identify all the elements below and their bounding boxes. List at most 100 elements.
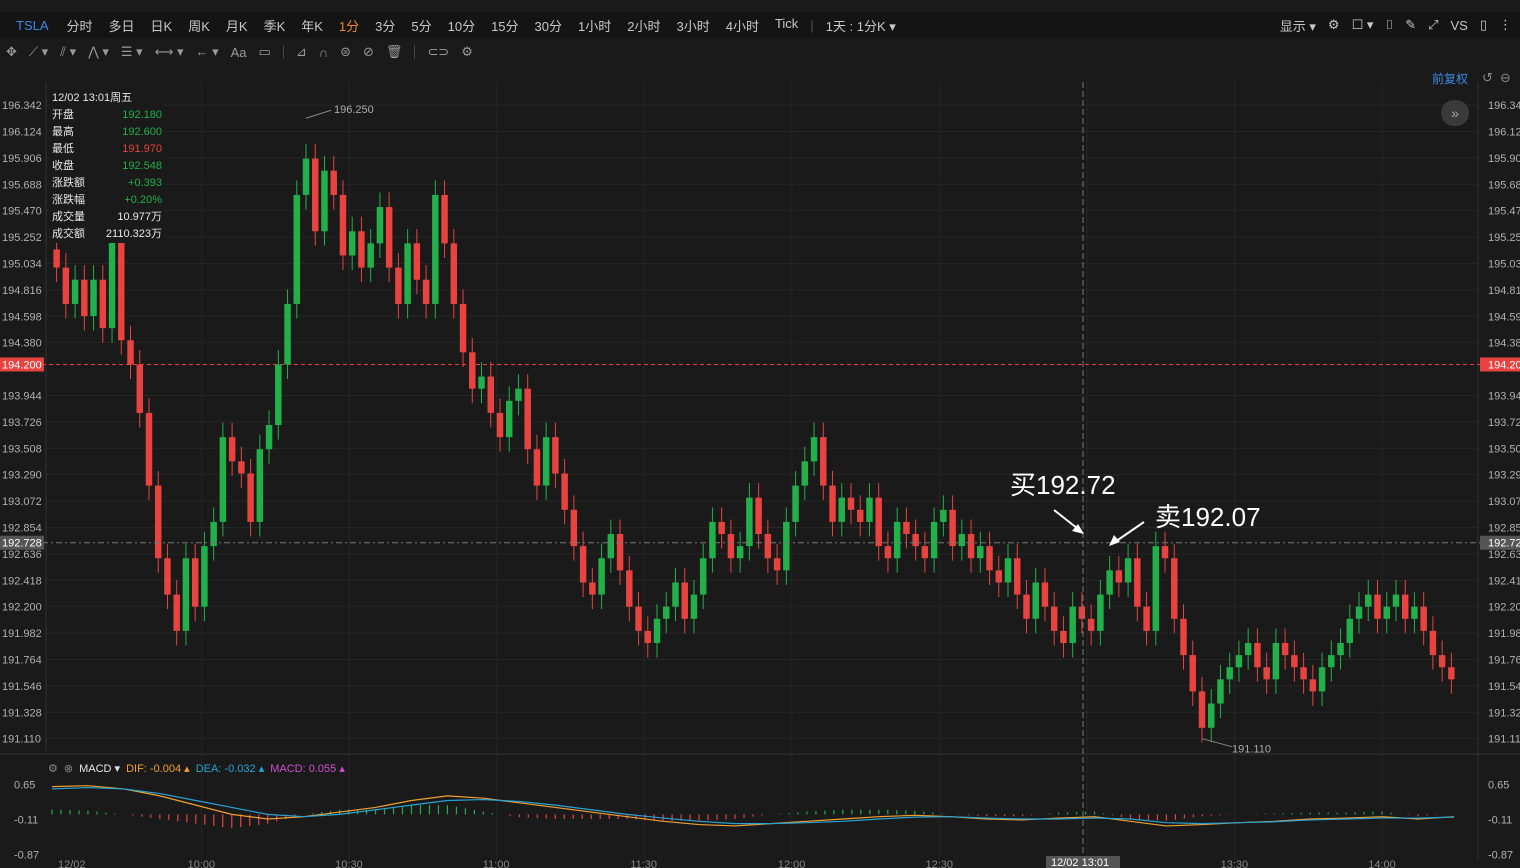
adjust-mode-button[interactable]: 前复权 (1432, 70, 1468, 87)
interval-17[interactable]: Tick (775, 16, 798, 35)
candle-body (81, 279, 88, 317)
candle-body (838, 497, 845, 522)
candle-body (940, 509, 947, 522)
interval-7[interactable]: 1分 (339, 16, 359, 35)
candle-body (542, 437, 550, 486)
candle-body (1207, 703, 1215, 728)
interval-16[interactable]: 4小时 (726, 16, 759, 35)
indicator-settings-icon[interactable]: ⚙ (48, 762, 58, 775)
topbar-right-controls: 显示 ▾ ⚙ ☐ ▾ ⌷ ✎ ⤢ VS ▯ ⋮ (1280, 12, 1512, 38)
fullscreen-icon[interactable]: ⤢ (1428, 17, 1438, 33)
candle-body (1134, 558, 1141, 607)
candle-body (1346, 618, 1354, 644)
interval-10[interactable]: 10分 (448, 16, 475, 35)
interval-3[interactable]: 周K (188, 16, 210, 35)
price-chart[interactable]: 196.342 196.342 196.124 196.124 195.906 195.9… (0, 0, 1520, 868)
measure-tool-icon[interactable]: ⟷ ▾ (155, 44, 184, 60)
info-value: 10.977万 (117, 211, 162, 223)
text-tool-icon[interactable]: Aa (231, 45, 247, 60)
interval-6[interactable]: 年K (301, 16, 323, 35)
info-value: +0.20% (124, 194, 162, 206)
candle-body (1152, 546, 1160, 631)
x-tick-label: 10:00 (188, 859, 216, 868)
line-tool-icon[interactable]: ⟋ ▾ (29, 44, 48, 60)
info-row: 最高 192.600 (50, 124, 164, 141)
fib-tool-icon[interactable]: ☰ ▾ (121, 44, 143, 60)
toolbar-divider (414, 45, 416, 59)
interval-2[interactable]: 日K (151, 16, 173, 35)
candle-body (247, 473, 254, 522)
pencil-icon[interactable]: ✎ (1405, 17, 1416, 33)
candle-body (1429, 630, 1437, 656)
hide-icon[interactable]: ⊘ (363, 44, 374, 60)
expand-panel-button[interactable]: » (1441, 100, 1469, 126)
divider: | (810, 17, 814, 33)
candle-body (108, 231, 116, 329)
y-tick-label-left: 193.290 (2, 470, 42, 482)
lock-icon[interactable]: ⊜ (340, 44, 351, 60)
arrow-tool-icon[interactable]: ← ▾ (195, 44, 218, 60)
candle-body (1106, 570, 1113, 595)
interval-8[interactable]: 3分 (375, 16, 395, 35)
reset-icon[interactable]: ↺ (1482, 70, 1493, 86)
candle-body (977, 546, 984, 559)
interval-11[interactable]: 15分 (491, 16, 518, 35)
candle-body (404, 243, 411, 304)
candle-body (496, 412, 504, 438)
candle-body (422, 279, 430, 304)
interval-5[interactable]: 季K (264, 16, 286, 35)
candle-body (1244, 643, 1252, 656)
info-value: 2110.323万 (105, 228, 162, 240)
vs-button[interactable]: VS (1451, 18, 1468, 33)
macd-y-tick-left: -0.87 (14, 850, 39, 862)
tool-settings-icon[interactable]: ⚙ (461, 44, 473, 60)
display-dropdown[interactable]: 显示 ▾ (1280, 16, 1316, 35)
candle-body (635, 606, 642, 631)
interval-9[interactable]: 5分 (411, 16, 431, 35)
interval-4[interactable]: 月K (226, 16, 248, 35)
range-selector[interactable]: 1天 : 1分K ▾ (826, 16, 896, 35)
y-tick-label-right: 196.342 (1488, 100, 1520, 112)
indicator-close-icon[interactable]: ⊗ (64, 762, 73, 775)
comment-tool-icon[interactable]: ▭ (259, 44, 271, 60)
zigzag-tool-icon[interactable]: ⋀ ▾ (88, 44, 109, 60)
crosshair-tool-icon[interactable]: ✥ (6, 44, 17, 60)
interval-13[interactable]: 1小时 (578, 16, 611, 35)
y-tick-label-left: 194.598 (2, 311, 42, 323)
candle-body (829, 485, 836, 522)
camera-icon[interactable]: ⌷ (1385, 17, 1393, 33)
candle-body (663, 606, 670, 619)
y-tick-label-right: 192.200 (1488, 602, 1520, 614)
interval-1[interactable]: 多日 (109, 16, 135, 35)
candle-body (1161, 546, 1169, 559)
candle-body (348, 231, 356, 256)
y-tick-label-left: 195.688 (2, 179, 42, 191)
magnet-icon[interactable]: ∩ (319, 45, 328, 60)
candle-body (1411, 606, 1418, 619)
interval-12[interactable]: 30分 (535, 16, 562, 35)
trash-icon[interactable]: 🗑 (386, 44, 403, 60)
interval-15[interactable]: 3小时 (676, 16, 709, 35)
candle-body (441, 194, 448, 244)
candle-body (533, 449, 541, 486)
y-tick-label-right: 193.726 (1488, 417, 1520, 429)
candle-body (598, 558, 605, 595)
symbol-label[interactable]: TSLA (16, 18, 49, 33)
crosshair-price-left: 192.728 (2, 538, 42, 550)
more-icon[interactable]: ⋮ (1499, 17, 1512, 33)
interval-14[interactable]: 2小时 (627, 16, 660, 35)
link-icon[interactable]: ⊂⊃ (427, 44, 449, 60)
interval-0[interactable]: 分时 (67, 16, 93, 35)
zoom-out-icon[interactable]: ⊖ (1500, 70, 1511, 86)
book-icon[interactable]: ▯ (1480, 17, 1487, 33)
ruler-icon[interactable]: ⊿ (296, 44, 307, 60)
y-tick-label-left: 195.470 (2, 206, 42, 218)
info-value: +0.393 (128, 177, 162, 189)
candle-body (432, 194, 439, 304)
settings-icon[interactable]: ⚙ (1328, 17, 1340, 33)
candle-body (1032, 582, 1039, 619)
layout-icon[interactable]: ☐ ▾ (1352, 17, 1374, 33)
dea-legend: DEA: -0.032 ▴ (195, 762, 265, 775)
macd-name[interactable]: MACD ▾ (79, 762, 120, 775)
channel-tool-icon[interactable]: ⫽ ▾ (60, 44, 76, 60)
